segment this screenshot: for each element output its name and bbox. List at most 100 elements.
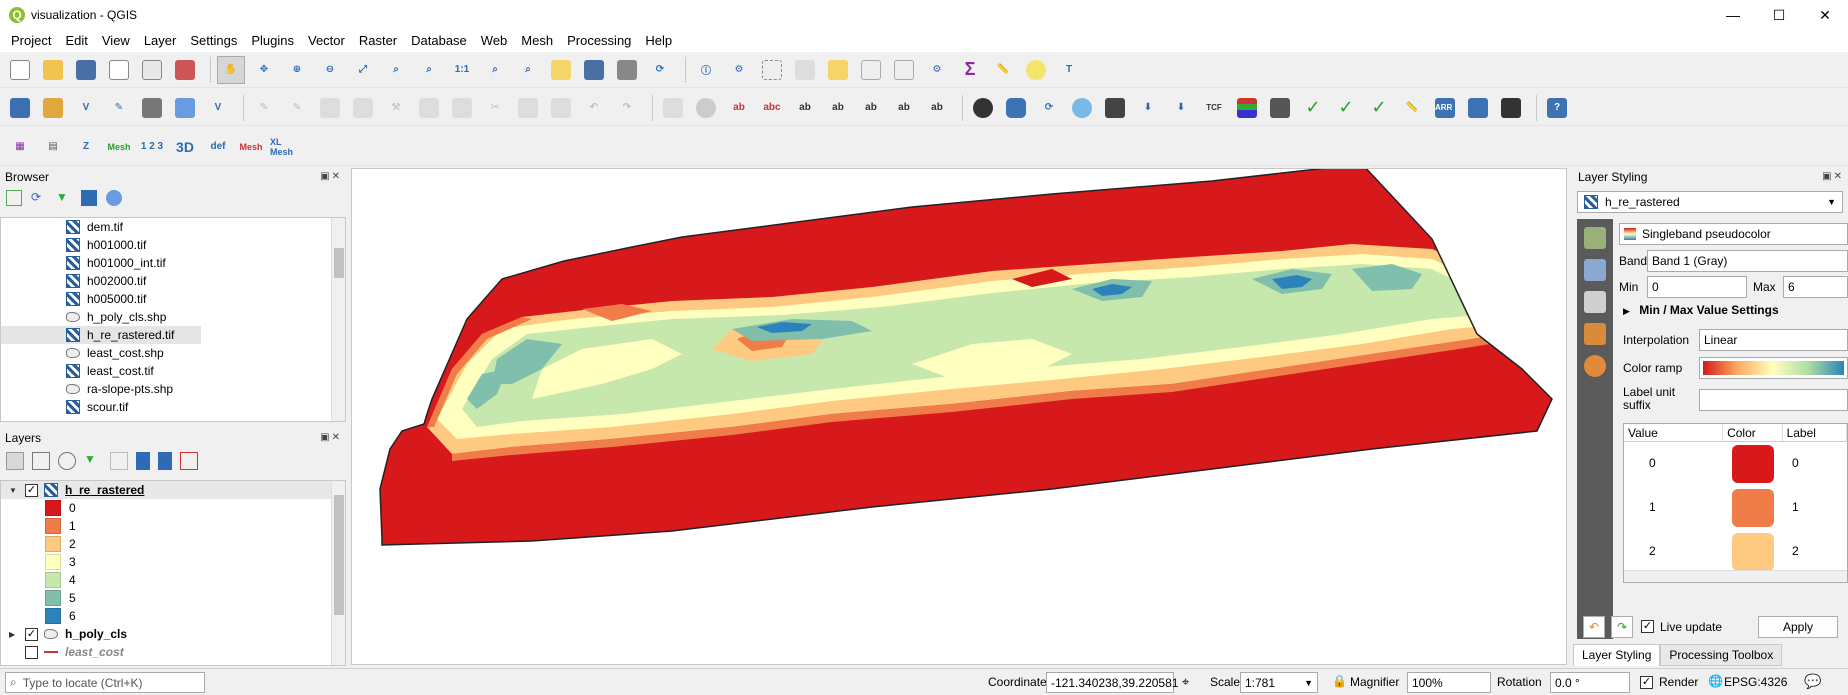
rotation-spinbox[interactable]: 0.0 °	[1550, 672, 1630, 693]
layer-labeling-icon[interactable]: ab	[725, 94, 753, 122]
tab-layer-styling[interactable]: Layer Styling	[1573, 644, 1661, 666]
interpolation-select[interactable]: Linear	[1699, 329, 1848, 351]
histogram-tab-icon[interactable]	[1584, 291, 1606, 313]
filter-expression-icon[interactable]	[110, 452, 128, 470]
plugin-tcf-icon[interactable]: TCF	[1200, 94, 1228, 122]
list-item[interactable]: h001000_int.tif	[1, 254, 345, 272]
show-bookmarks-icon[interactable]	[580, 56, 608, 84]
renderer-select[interactable]: Singleband pseudocolor	[1619, 223, 1848, 245]
layer-row-least-cost[interactable]: least_cost	[1, 643, 345, 661]
select-by-value-icon[interactable]	[791, 56, 819, 84]
vertex-tool-icon[interactable]: ⚒	[382, 94, 410, 122]
menu-plugins[interactable]: Plugins	[244, 30, 301, 52]
plugin-check-icon[interactable]: ✓	[1299, 94, 1327, 122]
min-input[interactable]: 0	[1647, 276, 1747, 298]
messages-icon[interactable]: 💬	[1804, 673, 1821, 690]
mesh-def-icon[interactable]: def	[204, 133, 232, 161]
coordinate-input[interactable]: -121.340238,39.220581	[1046, 672, 1178, 693]
redo-style-button[interactable]: ↷	[1611, 616, 1633, 638]
layer-visibility-checkbox[interactable]: ✓	[25, 627, 38, 641]
pan-to-selection-icon[interactable]: ✥	[250, 56, 278, 84]
toggle-editing-icon[interactable]: ✎	[283, 94, 311, 122]
menu-layer[interactable]: Layer	[137, 30, 184, 52]
mesh-import-icon[interactable]: Mesh	[105, 133, 133, 161]
table-row[interactable]: 1 1	[1624, 486, 1847, 530]
label-toolbar-icon[interactable]	[659, 94, 687, 122]
filter-browser-icon[interactable]: ▼	[56, 190, 72, 206]
menu-web[interactable]: Web	[474, 30, 515, 52]
manage-themes-icon[interactable]	[58, 452, 76, 470]
zoom-out-icon[interactable]: ⊖	[316, 56, 344, 84]
crs-globe-icon[interactable]: 🌐	[1708, 674, 1723, 688]
panel-controls-icon[interactable]: ▣✕	[1822, 171, 1844, 182]
color-swatch[interactable]	[1732, 445, 1774, 483]
paste-features-icon[interactable]	[547, 94, 575, 122]
live-update-checkbox[interactable]: ✓	[1641, 620, 1654, 633]
pan-map-icon[interactable]: ✋	[217, 55, 245, 84]
redo-icon[interactable]: ↷	[613, 94, 641, 122]
layout-manager-icon[interactable]	[138, 56, 166, 84]
color-ramp-button[interactable]	[1699, 357, 1848, 379]
layer-diagram-icon[interactable]	[692, 94, 720, 122]
menu-mesh[interactable]: Mesh	[514, 30, 560, 52]
plugin-shield-icon[interactable]	[1101, 94, 1129, 122]
menu-vector[interactable]: Vector	[301, 30, 352, 52]
color-swatch[interactable]	[1732, 533, 1774, 571]
style-manager-icon[interactable]	[171, 56, 199, 84]
plugin-list-icon[interactable]	[1233, 94, 1261, 122]
scale-combo[interactable]: 1:781 ▼	[1240, 672, 1318, 693]
list-item[interactable]: ra-slope-pts.shp	[1, 380, 345, 398]
plugin-image-icon[interactable]	[1266, 94, 1294, 122]
menu-raster[interactable]: Raster	[352, 30, 404, 52]
plugin-check2-icon[interactable]: ✓	[1332, 94, 1360, 122]
list-item[interactable]: scour.tif	[1, 398, 345, 416]
refresh-icon[interactable]: ⟳	[646, 56, 674, 84]
panel-controls-icon[interactable]: ▣✕	[320, 432, 342, 443]
lock-scale-icon[interactable]: 🔒	[1332, 674, 1347, 688]
expand-all-icon[interactable]	[136, 452, 150, 470]
pin-labels-icon[interactable]: ab	[791, 94, 819, 122]
mesh-3d-icon[interactable]: 3D	[171, 133, 199, 161]
list-item[interactable]: least_cost.tif	[1, 362, 345, 380]
symbology-tab-icon[interactable]	[1584, 227, 1606, 249]
move-label-icon[interactable]: ab	[857, 94, 885, 122]
minmax-section-toggle[interactable]: ▶ Min / Max Value Settings	[1623, 303, 1779, 317]
zoom-next-icon[interactable]: ⌕	[514, 56, 542, 84]
add-selected-icon[interactable]	[6, 190, 22, 206]
menu-help[interactable]: Help	[638, 30, 679, 52]
modify-attributes-icon[interactable]	[415, 94, 443, 122]
open-project-icon[interactable]	[39, 56, 67, 84]
filter-legend-icon[interactable]: ▼	[84, 452, 102, 470]
color-swatch[interactable]	[1732, 489, 1774, 527]
map-canvas[interactable]	[351, 163, 1567, 665]
crs-label[interactable]: EPSG:4326	[1724, 675, 1787, 689]
add-mesh-icon[interactable]	[171, 94, 199, 122]
text-annotation-icon[interactable]: T	[1055, 56, 1083, 84]
rotate-label-icon[interactable]: ab	[890, 94, 918, 122]
cut-features-icon[interactable]: ✂	[481, 94, 509, 122]
layers-scrollbar[interactable]	[331, 481, 345, 665]
layer-visibility-checkbox[interactable]: ✓	[25, 483, 38, 497]
zoom-full-icon[interactable]: ⤢	[349, 56, 377, 84]
add-raster-icon[interactable]	[138, 94, 166, 122]
map-tips-icon[interactable]	[1022, 56, 1050, 84]
highlight-pinned-labels-icon[interactable]: abc	[758, 94, 786, 122]
history-tab-icon[interactable]	[1584, 355, 1606, 377]
list-item[interactable]: h002000.tif	[1, 272, 345, 290]
collapse-arrow-icon[interactable]: ▼	[9, 486, 19, 495]
plugin-arr-icon[interactable]: ARR	[1431, 94, 1459, 122]
show-hide-labels-icon[interactable]: ab	[824, 94, 852, 122]
list-item[interactable]: h_re_rastered.tif	[1, 326, 201, 344]
layer-visibility-checkbox[interactable]	[25, 645, 38, 659]
label-column-header[interactable]: Label	[1783, 424, 1847, 441]
processing-toolbox-icon[interactable]: ⚙	[923, 56, 951, 84]
mesh-lines-icon[interactable]: ▤	[39, 133, 67, 161]
mesh-numbering-icon[interactable]: 1 2 3	[138, 133, 166, 161]
browser-scrollbar[interactable]	[331, 218, 345, 421]
list-item[interactable]: dem.tif	[1, 218, 345, 236]
new-layout-icon[interactable]	[105, 56, 133, 84]
render-checkbox[interactable]: ✓	[1640, 676, 1653, 689]
menu-project[interactable]: Project	[4, 30, 58, 52]
xl-mesh-icon[interactable]: XL Mesh	[270, 133, 298, 161]
color-column-header[interactable]: Color	[1723, 424, 1783, 441]
